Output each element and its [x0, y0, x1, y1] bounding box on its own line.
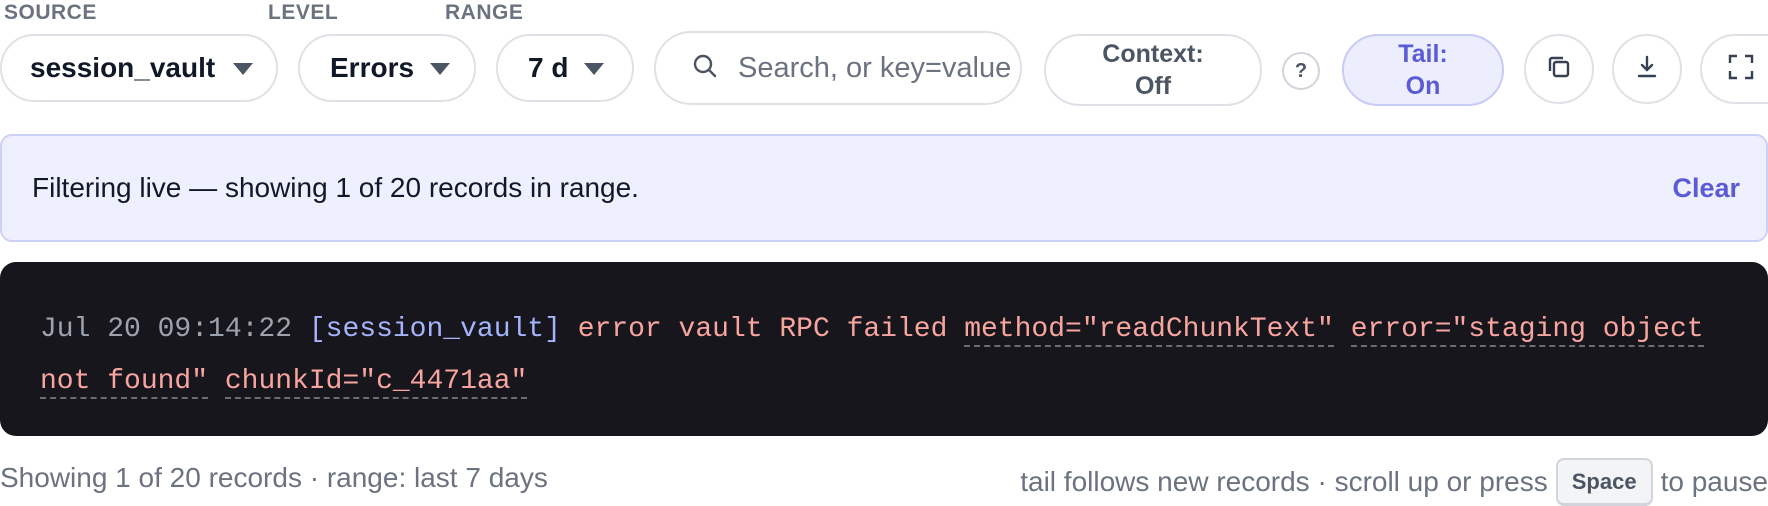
log-message: error vault RPC failed [577, 314, 948, 345]
log-record[interactable]: Jul 20 09:14:22 [session_vault] error va… [40, 304, 1728, 408]
source-select[interactable]: session_vault [0, 34, 278, 102]
copy-button[interactable] [1524, 34, 1594, 104]
search-icon [692, 53, 718, 84]
context-toggle-button[interactable]: Context: Off [1044, 34, 1262, 106]
tail-hint: tail follows new records · scroll up or … [1020, 458, 1768, 506]
context-label: Context: [1102, 40, 1204, 68]
chevron-down-icon [430, 63, 451, 75]
log-field-chunkid[interactable]: chunkId="c_4471aa" [224, 366, 528, 399]
tail-label: Tail: [1398, 40, 1448, 68]
range-value: 7 d [528, 52, 569, 83]
fullscreen-icon [1726, 52, 1756, 87]
source-label: SOURCE [4, 1, 97, 24]
context-state: Off [1134, 72, 1172, 100]
tail-state: On [1405, 72, 1441, 100]
record-count-status: Showing 1 of 20 records · range: last 7 … [0, 462, 548, 493]
level-select[interactable]: Errors [298, 34, 476, 102]
range-select[interactable]: 7 d [496, 34, 634, 102]
copy-icon [1545, 53, 1573, 86]
tail-hint-suffix: to pause [1660, 466, 1768, 497]
clear-filter-button[interactable]: Clear [1672, 173, 1740, 204]
filter-banner: Filtering live — showing 1 of 20 records… [0, 134, 1768, 242]
log-viewer[interactable]: Jul 20 09:14:22 [session_vault] error va… [0, 262, 1768, 436]
tail-hint-text: tail follows new records · scroll up or … [1020, 466, 1548, 497]
log-field-method[interactable]: method="readChunkText" [964, 314, 1334, 347]
level-value: Errors [330, 52, 415, 83]
filter-banner-message: Filtering live — showing 1 of 20 records… [32, 172, 639, 203]
search-input[interactable] [738, 51, 1020, 85]
tail-toggle-button[interactable]: Tail: On [1342, 34, 1504, 106]
space-key-badge: Space [1555, 458, 1653, 506]
download-icon [1633, 53, 1661, 86]
download-button[interactable] [1612, 34, 1682, 104]
help-icon: ? [1294, 59, 1308, 82]
level-label: LEVEL [268, 1, 339, 24]
log-source: [session_vault] [308, 314, 561, 345]
source-value: session_vault [30, 52, 216, 83]
chevron-down-icon [584, 63, 605, 75]
help-button[interactable]: ? [1282, 52, 1320, 90]
chevron-down-icon [233, 63, 254, 75]
search-box[interactable] [654, 31, 1022, 105]
log-timestamp: Jul 20 09:14:22 [40, 314, 293, 345]
fullscreen-button[interactable] [1700, 34, 1768, 104]
range-label: RANGE [445, 1, 524, 24]
